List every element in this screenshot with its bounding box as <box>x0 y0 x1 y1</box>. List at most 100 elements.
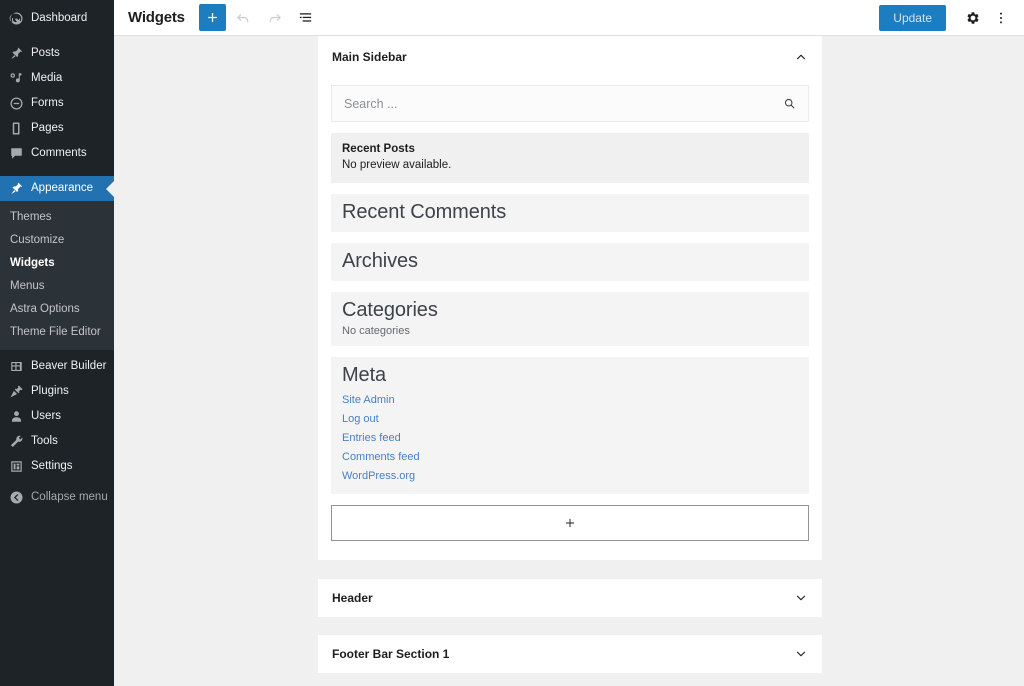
settings-icon <box>8 458 25 475</box>
widget-area-header-section: Header <box>318 579 822 617</box>
submenu-item-customize[interactable]: Customize <box>0 229 114 252</box>
widget-area-body: Search ... Recent Posts No preview avail… <box>318 77 822 555</box>
more-options-icon[interactable] <box>988 5 1014 31</box>
toolbar-left-group <box>199 4 319 31</box>
sidebar-item-dashboard[interactable]: Dashboard <box>0 6 114 31</box>
pages-icon <box>8 120 25 137</box>
chevron-up-icon[interactable] <box>794 50 808 64</box>
meta-link-comments-feed[interactable]: Comments feed <box>342 451 420 463</box>
sidebar-item-forms[interactable]: Forms <box>0 91 114 116</box>
sidebar-item-media[interactable]: Media <box>0 66 114 91</box>
sidebar-item-appearance[interactable]: Appearance <box>0 176 114 201</box>
widget-area-title: Footer Bar Section 1 <box>332 647 449 661</box>
sidebar-item-label: Pages <box>31 116 64 141</box>
sidebar-item-label: Beaver Builder <box>31 354 106 379</box>
search-icon[interactable] <box>783 97 796 110</box>
widget-area-title: Main Sidebar <box>332 50 407 64</box>
widget-title: Categories <box>342 296 798 325</box>
widget-title: Meta <box>342 361 798 390</box>
sidebar-item-label: Users <box>31 404 61 429</box>
widget-title: Archives <box>342 247 798 276</box>
plus-icon <box>563 516 577 530</box>
widget-area-main-sidebar: Main Sidebar Search ... Recent Posts No … <box>318 36 822 560</box>
sidebar-item-label: Plugins <box>31 379 69 404</box>
sidebar-item-pages[interactable]: Pages <box>0 116 114 141</box>
redo-button[interactable] <box>261 4 288 31</box>
widget-recent-posts-block[interactable]: Recent Posts No preview available. <box>331 133 809 183</box>
list-item: Entries feed <box>342 428 798 447</box>
add-block-button[interactable] <box>199 4 226 31</box>
editor-canvas: Main Sidebar Search ... Recent Posts No … <box>114 36 1024 686</box>
sidebar-item-label: Media <box>31 66 62 91</box>
dashboard-icon <box>8 10 25 27</box>
meta-link-wordpress-org[interactable]: WordPress.org <box>342 470 415 482</box>
sidebar-item-label: Forms <box>31 91 64 116</box>
sidebar-item-label: Posts <box>31 41 60 66</box>
forms-icon <box>8 95 25 112</box>
plugins-icon <box>8 383 25 400</box>
sidebar-item-label: Comments <box>31 141 87 166</box>
list-item: Log out <box>342 409 798 428</box>
sidebar-item-plugins[interactable]: Plugins <box>0 379 114 404</box>
widget-title: Recent Posts <box>342 143 798 155</box>
chevron-down-icon[interactable] <box>794 591 808 605</box>
widget-recent-comments-block[interactable]: Recent Comments <box>331 194 809 232</box>
submenu-item-theme-file-editor[interactable]: Theme File Editor <box>0 321 114 344</box>
editor-toolbar: Widgets Update <box>114 0 1024 36</box>
sidebar-item-beaver-builder[interactable]: Beaver Builder <box>0 354 114 379</box>
sidebar-item-posts[interactable]: Posts <box>0 41 114 66</box>
sidebar-item-settings[interactable]: Settings <box>0 454 114 479</box>
widget-categories-block[interactable]: Categories No categories <box>331 292 809 346</box>
beaver-builder-icon <box>8 358 25 375</box>
sidebar-item-tools[interactable]: Tools <box>0 429 114 454</box>
widget-archives-block[interactable]: Archives <box>331 243 809 281</box>
search-input[interactable]: Search ... <box>344 97 398 111</box>
sidebar-item-label: Settings <box>31 454 73 479</box>
admin-sidebar: Dashboard Posts Media Forms Pages Commen… <box>0 0 114 686</box>
widget-search-block[interactable]: Search ... <box>331 85 809 122</box>
list-view-button[interactable] <box>292 4 319 31</box>
meta-link-log-out[interactable]: Log out <box>342 413 379 425</box>
widget-area-header[interactable]: Header <box>318 579 822 617</box>
comments-icon <box>8 145 25 162</box>
widget-area-header[interactable]: Footer Bar Section 1 <box>318 635 822 673</box>
list-item: WordPress.org <box>342 466 798 485</box>
widget-title: Recent Comments <box>342 198 798 227</box>
sidebar-item-comments[interactable]: Comments <box>0 141 114 166</box>
gear-icon[interactable] <box>960 5 986 31</box>
append-block-button[interactable] <box>331 505 809 541</box>
collapse-menu-label: Collapse menu <box>31 485 108 510</box>
chevron-down-icon[interactable] <box>794 647 808 661</box>
list-item: Site Admin <box>342 390 798 409</box>
sidebar-item-label: Tools <box>31 429 58 454</box>
collapse-icon <box>8 489 25 506</box>
submenu-item-themes[interactable]: Themes <box>0 206 114 229</box>
collapse-menu-button[interactable]: Collapse menu <box>0 485 114 510</box>
appearance-icon <box>8 180 25 197</box>
meta-link-entries-feed[interactable]: Entries feed <box>342 432 401 444</box>
users-icon <box>8 408 25 425</box>
sidebar-item-label: Dashboard <box>31 6 87 31</box>
submenu-item-astra-options[interactable]: Astra Options <box>0 298 114 321</box>
submenu-item-widgets[interactable]: Widgets <box>0 252 114 275</box>
update-button[interactable]: Update <box>879 5 946 31</box>
media-icon <box>8 70 25 87</box>
widget-area-header[interactable]: Main Sidebar <box>318 36 822 77</box>
sidebar-item-users[interactable]: Users <box>0 404 114 429</box>
widget-preview-note: No preview available. <box>342 159 798 171</box>
meta-links-list: Site Admin Log out Entries feed Comments… <box>342 390 798 489</box>
meta-link-site-admin[interactable]: Site Admin <box>342 394 395 406</box>
toolbar-right-group: Update <box>879 5 1014 31</box>
submenu-item-menus[interactable]: Menus <box>0 275 114 298</box>
undo-button[interactable] <box>230 4 257 31</box>
appearance-submenu: Themes Customize Widgets Menus Astra Opt… <box>0 201 114 350</box>
widget-area-footer-bar-section-1: Footer Bar Section 1 <box>318 635 822 673</box>
page-title: Widgets <box>128 9 185 26</box>
widget-empty-note: No categories <box>342 325 798 341</box>
list-item: Comments feed <box>342 447 798 466</box>
widget-area-title: Header <box>332 591 373 605</box>
tools-icon <box>8 433 25 450</box>
pin-icon <box>8 45 25 62</box>
widget-meta-block[interactable]: Meta Site Admin Log out Entries feed Com… <box>331 357 809 494</box>
sidebar-item-label: Appearance <box>31 176 93 201</box>
